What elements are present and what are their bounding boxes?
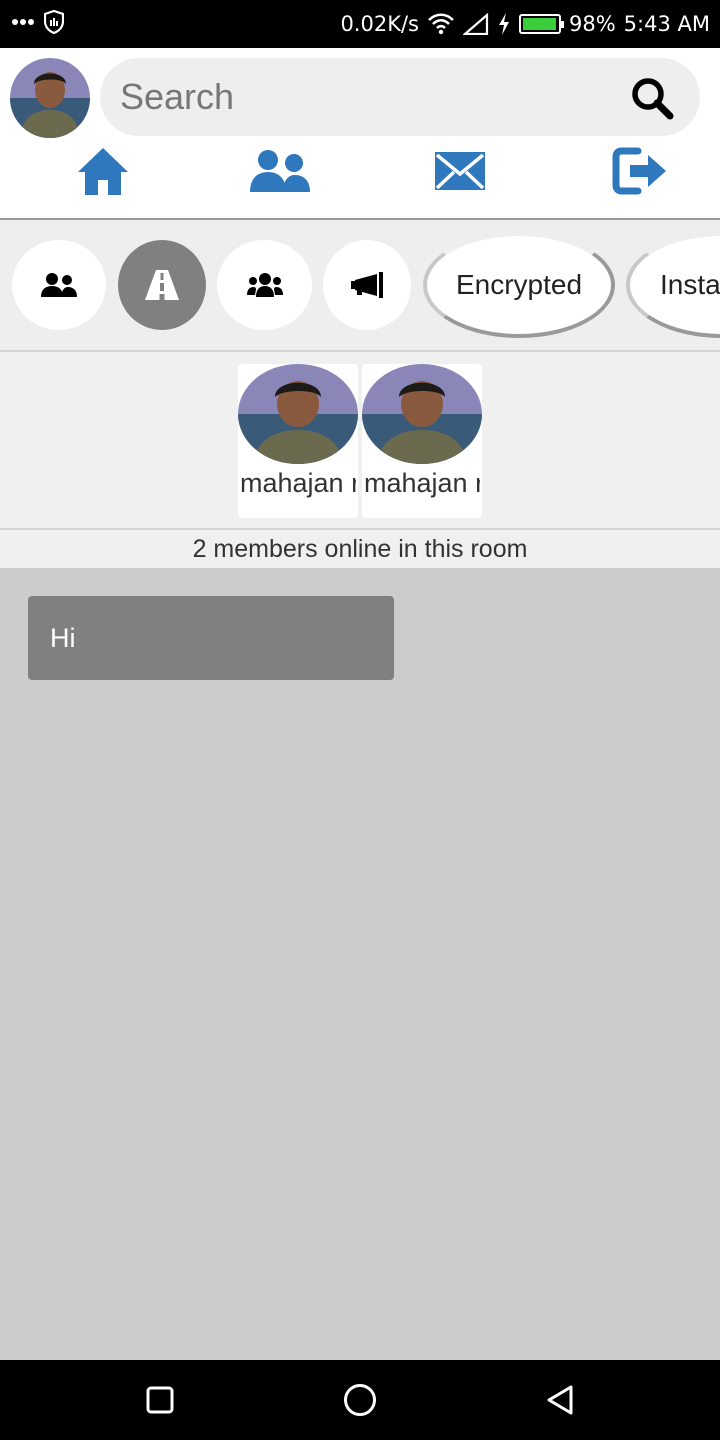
back-button[interactable] bbox=[540, 1380, 580, 1420]
home-button[interactable] bbox=[340, 1380, 380, 1420]
nav-messages-button[interactable] bbox=[415, 136, 505, 206]
member-avatar bbox=[362, 364, 482, 464]
battery-percent: 98% bbox=[568, 12, 616, 36]
message-bubble[interactable]: Hi bbox=[28, 596, 394, 680]
signal-icon bbox=[462, 13, 489, 35]
battery-icon bbox=[518, 14, 564, 34]
category-encrypted-label: Encrypted bbox=[455, 269, 583, 300]
users-group-icon bbox=[246, 273, 283, 297]
more-icon bbox=[12, 19, 34, 25]
clock: 5:43 AM bbox=[623, 12, 710, 36]
app-header bbox=[0, 48, 720, 220]
category-friends-button[interactable] bbox=[12, 240, 106, 330]
wifi-icon bbox=[428, 13, 454, 35]
chat-area[interactable]: Hi bbox=[0, 568, 720, 1360]
search-bar bbox=[100, 58, 700, 136]
member-name: mahajan r bbox=[240, 468, 356, 498]
recents-button[interactable] bbox=[140, 1380, 180, 1420]
charging-icon bbox=[498, 13, 509, 35]
category-road-button[interactable] bbox=[118, 240, 206, 330]
nav-friends-button[interactable] bbox=[235, 136, 325, 206]
sign-out-icon bbox=[612, 147, 666, 195]
category-insta-button[interactable]: Insta bbox=[626, 232, 720, 338]
search-input[interactable] bbox=[120, 76, 600, 118]
main-nav bbox=[0, 136, 720, 206]
shield-icon bbox=[44, 10, 64, 34]
user-friends-icon bbox=[41, 273, 77, 297]
search-icon[interactable] bbox=[630, 76, 674, 125]
square-icon bbox=[146, 1386, 174, 1414]
mail-icon bbox=[435, 152, 485, 190]
members-list: mahajan r mahajan r bbox=[0, 352, 720, 530]
nav-home-button[interactable] bbox=[58, 136, 148, 206]
category-groups-button[interactable] bbox=[217, 240, 312, 330]
road-icon bbox=[145, 270, 179, 300]
network-speed: 0.02K/s bbox=[340, 12, 419, 36]
home-icon bbox=[78, 148, 128, 195]
system-nav-bar bbox=[0, 1360, 720, 1440]
member-card[interactable]: mahajan r bbox=[238, 364, 358, 518]
member-avatar bbox=[238, 364, 358, 464]
category-announcements-button[interactable] bbox=[323, 240, 411, 330]
online-count: 2 members online in this room bbox=[0, 530, 720, 568]
bullhorn-icon bbox=[351, 272, 383, 298]
nav-logout-button[interactable] bbox=[595, 136, 685, 206]
status-bar: 0.02K/s 98% 5:43 AM bbox=[0, 0, 720, 48]
member-card[interactable]: mahajan r bbox=[362, 364, 482, 518]
user-avatar[interactable] bbox=[10, 58, 90, 138]
users-icon bbox=[250, 150, 310, 192]
category-insta-label: Insta bbox=[660, 269, 720, 300]
category-strip: Encrypted Insta bbox=[0, 220, 720, 352]
member-name: mahajan r bbox=[364, 468, 480, 498]
back-triangle-icon bbox=[547, 1385, 573, 1415]
category-encrypted-button[interactable]: Encrypted bbox=[423, 232, 615, 338]
circle-icon bbox=[344, 1384, 376, 1416]
